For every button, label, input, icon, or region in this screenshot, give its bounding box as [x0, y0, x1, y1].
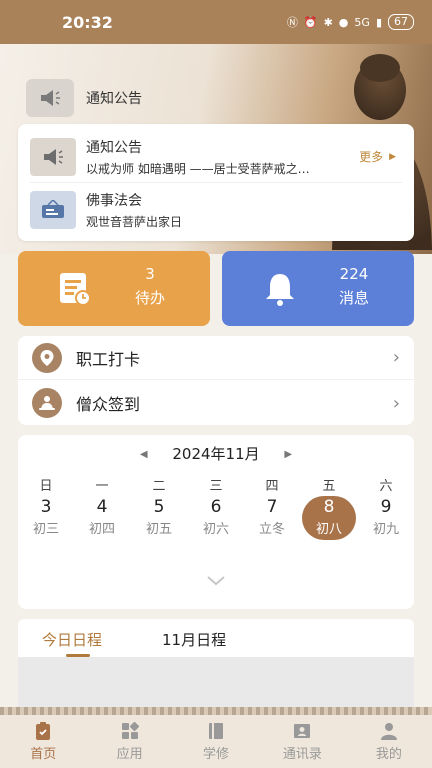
location-icon: ● — [338, 15, 349, 29]
prev-month-button[interactable]: ◀ — [140, 449, 148, 460]
calendar-day[interactable]: 3 初三 — [18, 497, 74, 537]
alarm-icon: ⏰ — [303, 15, 318, 29]
todo-label: 待办 — [134, 289, 165, 307]
nav-label: 应用 — [116, 747, 143, 762]
tab-today-schedule[interactable]: 今日日程 — [42, 629, 102, 650]
calendar-day-selected[interactable]: 8 初八 — [301, 496, 357, 540]
calendar-date: 3 — [40, 497, 52, 517]
user-icon — [380, 723, 397, 740]
calendar-lunar: 初五 — [145, 522, 172, 537]
announcement-subtitle: 以戒为师 如暗遇明 ——居士受菩萨戒之… — [86, 162, 310, 176]
next-month-button[interactable]: ▶ — [284, 449, 292, 460]
notice-header[interactable]: 通知公告 — [26, 75, 142, 121]
more-label: 更多 — [359, 150, 384, 164]
calendar-date: 4 — [96, 497, 108, 517]
contacts-icon — [294, 724, 311, 738]
chevron-right-icon: › — [392, 392, 400, 414]
calendar-date: 6 — [210, 497, 222, 517]
messages-count: 224 — [339, 265, 369, 283]
todo-list-icon — [60, 273, 91, 306]
announcements-card: 通知公告 以戒为师 如暗遇明 ——居士受菩萨戒之… 更多 ▶ 佛事法会 观世音菩… — [18, 124, 414, 241]
announcement-title: 佛事法会 — [86, 193, 142, 209]
nav-label: 通讯录 — [282, 747, 322, 762]
menu-item-label: 职工打卡 — [76, 349, 141, 369]
weekday-label: 一 — [95, 479, 109, 494]
calendar-day[interactable]: 7 立冬 — [244, 497, 300, 537]
tab-month-schedule[interactable]: 11月日程 — [162, 629, 226, 650]
calendar-lunar: 初四 — [88, 522, 115, 537]
calendar-date: 7 — [266, 497, 278, 517]
bluetooth-icon: ✱ — [323, 15, 333, 29]
todo-count: 3 — [145, 265, 155, 283]
menu-item-staff-checkin[interactable]: 职工打卡 › — [18, 336, 414, 380]
menu-item-sangha-signin[interactable]: 僧众签到 › — [18, 381, 414, 425]
nav-contacts[interactable]: 通讯录 — [259, 715, 345, 768]
announcement-subtitle: 观世音菩萨出家日 — [86, 215, 183, 229]
calendar: ◀ 2024年11月 ▶ 日 一 二 三 四 五 六 3 初三 4 初四 5 初… — [18, 435, 414, 609]
location-pin-icon — [32, 342, 62, 373]
nav-home[interactable]: 首页 — [0, 715, 86, 768]
bottom-nav: 首页 应用 学修 通讯录 我的 — [0, 715, 432, 768]
nav-label: 学修 — [203, 747, 230, 762]
calendar-date: 8 — [323, 497, 335, 517]
calendar-date: 9 — [380, 497, 392, 517]
weekday-label: 日 — [39, 479, 53, 494]
status-bar: 20:32 Ⓝ ⏰ ✱ ● 5G ▮ 67 — [0, 0, 432, 44]
announcement-title: 通知公告 — [86, 140, 142, 156]
book-icon — [209, 723, 224, 739]
megaphone-icon — [30, 138, 76, 176]
signboard-icon — [30, 191, 76, 229]
weekday-label: 五 — [322, 479, 336, 494]
calendar-day[interactable]: 9 初九 — [358, 497, 414, 537]
bell-icon — [266, 274, 294, 306]
chevron-down-icon[interactable] — [206, 575, 226, 587]
meditation-icon — [32, 388, 62, 418]
nav-apps[interactable]: 应用 — [86, 715, 172, 768]
chevron-right-icon: ▶ — [389, 151, 396, 162]
notice-header-label: 通知公告 — [86, 91, 142, 107]
weekday-label: 二 — [152, 479, 166, 494]
calendar-lunar: 初三 — [32, 522, 59, 537]
announcement-item[interactable]: 佛事法会 观世音菩萨出家日 — [30, 183, 402, 237]
messages-tile[interactable]: 224 消息 — [222, 251, 414, 326]
announcement-item[interactable]: 通知公告 以戒为师 如暗遇明 ——居士受菩萨戒之… 更多 ▶ — [30, 130, 402, 184]
schedule-panel: 今日日程 11月日程 — [18, 619, 414, 707]
messages-label: 消息 — [338, 289, 369, 307]
status-icons: Ⓝ ⏰ ✱ ● 5G ▮ 67 — [287, 14, 414, 30]
network-label: 5G — [354, 15, 370, 29]
status-time: 20:32 — [62, 12, 113, 32]
decorative-border — [0, 707, 432, 715]
menu-item-label: 僧众签到 — [76, 395, 141, 414]
battery-indicator: 67 — [388, 14, 414, 30]
calendar-lunar: 初八 — [315, 522, 342, 537]
more-link[interactable]: 更多 ▶ — [359, 148, 396, 165]
nav-label: 我的 — [375, 747, 402, 762]
apps-grid-icon — [121, 721, 139, 739]
schedule-content — [18, 657, 414, 707]
nfc-icon: Ⓝ — [286, 16, 298, 29]
megaphone-icon — [26, 79, 74, 117]
nav-study[interactable]: 学修 — [173, 715, 259, 768]
weekday-label: 三 — [209, 479, 223, 494]
calendar-month-label: 2024年11月 — [172, 445, 260, 463]
calendar-date: 5 — [153, 497, 165, 517]
calendar-lunar: 初九 — [372, 522, 399, 537]
calendar-day[interactable]: 5 初五 — [131, 497, 187, 537]
todo-tile[interactable]: 3 待办 — [18, 251, 210, 326]
nav-label: 首页 — [30, 747, 57, 762]
chevron-right-icon: › — [392, 347, 400, 368]
home-clipboard-icon — [36, 722, 51, 740]
action-menu: 职工打卡 › 僧众签到 › — [18, 336, 414, 425]
calendar-lunar: 初六 — [202, 522, 229, 537]
calendar-lunar: 立冬 — [258, 522, 285, 537]
calendar-day[interactable]: 6 初六 — [188, 497, 244, 537]
weekday-label: 四 — [265, 479, 279, 494]
weekday-label: 六 — [379, 479, 393, 494]
signal-icon: ▮ — [375, 15, 382, 29]
nav-profile[interactable]: 我的 — [346, 715, 432, 768]
calendar-day[interactable]: 4 初四 — [74, 497, 130, 537]
calendar-header: ◀ 2024年11月 ▶ — [18, 443, 414, 464]
